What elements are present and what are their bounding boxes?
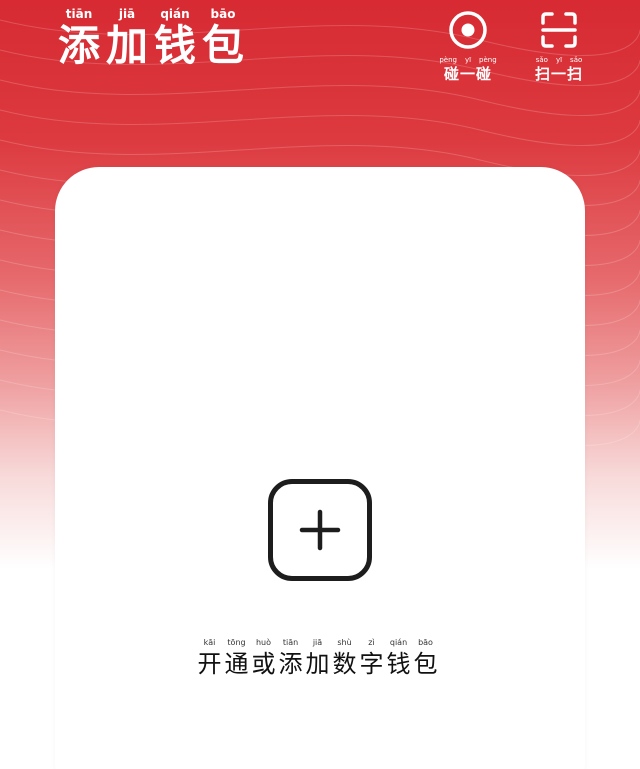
label-hanzi: 数 xyxy=(332,650,357,678)
label-char: zì 字 xyxy=(359,637,384,679)
label-hanzi: 包 xyxy=(413,650,438,678)
add-wallet-label[interactable]: kāi 开 tōng 通 huò 或 tiān 添 jiā 加 shù 数 zì… xyxy=(197,637,438,679)
label-char: jiā 加 xyxy=(305,637,330,679)
pinyin-syllable: sǎo xyxy=(570,56,583,64)
label-hanzi: 开 xyxy=(197,650,222,678)
label-hanzi: 通 xyxy=(224,650,249,678)
title-hanzi: 包 xyxy=(201,21,244,70)
pinyin-syllable: sǎo xyxy=(535,56,548,64)
scan-button[interactable]: sǎo yī sǎo 扫一扫 xyxy=(523,10,595,83)
title-pinyin: bāo xyxy=(210,7,236,21)
bump-button[interactable]: pèng yī pèng 碰一碰 xyxy=(432,10,504,83)
title-pinyin: tiān xyxy=(65,7,93,21)
title-hanzi: 钱 xyxy=(153,21,196,70)
label-hanzi: 加 xyxy=(305,650,330,678)
label-pinyin: shù xyxy=(337,638,352,647)
title-hanzi: 添 xyxy=(57,21,100,70)
label-char: tiān 添 xyxy=(278,637,303,679)
add-wallet-button[interactable] xyxy=(268,479,372,581)
label-pinyin: jiā xyxy=(312,638,323,647)
title-hanzi: 加 xyxy=(105,21,148,70)
title-pinyin: qián xyxy=(160,7,190,21)
label-pinyin: bāo xyxy=(418,638,433,647)
plus-icon xyxy=(299,509,341,551)
scan-pinyin: sǎo yī sǎo xyxy=(536,56,583,65)
label-char: shù 数 xyxy=(332,637,357,679)
pinyin-syllable: pèng xyxy=(439,56,457,64)
title-pinyin: jiā xyxy=(118,7,136,21)
scan-icon xyxy=(541,12,577,48)
bump-pinyin: pèng yī pèng xyxy=(439,56,496,65)
label-hanzi: 字 xyxy=(359,650,384,678)
title-char: bāo 包 xyxy=(200,6,246,70)
target-icon xyxy=(449,11,487,49)
label-char: tōng 通 xyxy=(224,637,249,679)
title-char: tiān 添 xyxy=(56,6,102,70)
page-title: tiān 添 jiā 加 qián 钱 bāo 包 xyxy=(56,6,246,70)
pinyin-syllable: yī xyxy=(464,56,472,64)
label-pinyin: zì xyxy=(368,638,375,647)
label-pinyin: tōng xyxy=(227,638,246,647)
label-char: kāi 开 xyxy=(197,637,222,679)
label-hanzi: 添 xyxy=(278,650,303,678)
pinyin-syllable: yī xyxy=(555,56,563,64)
scan-label: 扫一扫 xyxy=(534,65,583,83)
title-char: jiā 加 xyxy=(104,6,150,70)
label-char: bāo 包 xyxy=(413,637,438,679)
label-hanzi: 或 xyxy=(251,650,276,678)
label-hanzi: 钱 xyxy=(386,650,411,678)
title-char: qián 钱 xyxy=(152,6,198,70)
label-char: huò 或 xyxy=(251,637,276,679)
label-pinyin: tiān xyxy=(282,638,299,647)
label-char: qián 钱 xyxy=(386,637,411,679)
label-pinyin: huò xyxy=(255,638,272,647)
bump-label: 碰一碰 xyxy=(443,65,492,83)
wallet-card: kāi 开 tōng 通 huò 或 tiān 添 jiā 加 shù 数 zì… xyxy=(55,167,585,769)
label-pinyin: kāi xyxy=(203,638,216,647)
pinyin-syllable: pèng xyxy=(479,56,497,64)
label-pinyin: qián xyxy=(389,638,408,647)
